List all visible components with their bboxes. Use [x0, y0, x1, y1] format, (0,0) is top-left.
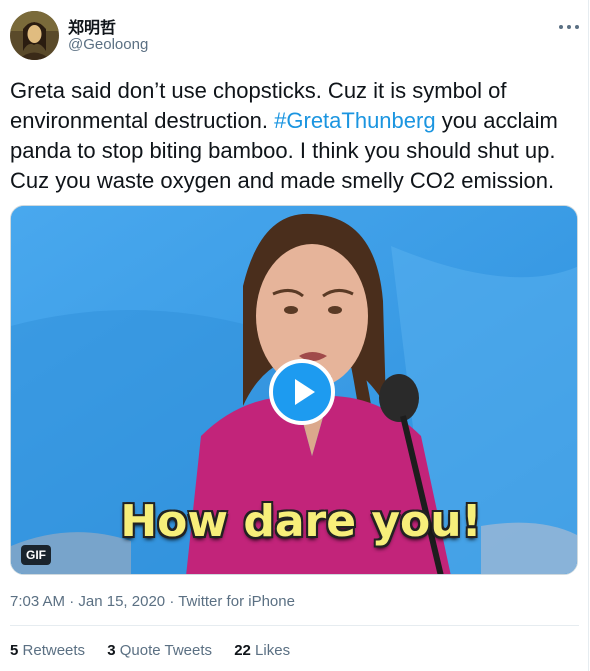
gif-caption: How dare you!	[120, 496, 482, 547]
tweet-date[interactable]: Jan 15, 2020	[78, 593, 165, 610]
tweet-source[interactable]: Twitter for iPhone	[178, 593, 295, 610]
tweet-card: 郑明哲 @Geoloong Greta said don’t use chops…	[0, 0, 589, 671]
quote-tweets-stat[interactable]: 3 Quote Tweets	[107, 642, 212, 659]
retweets-label: Retweets	[22, 642, 86, 659]
likes-label: Likes	[255, 642, 291, 659]
tweet-text: Greta said don’t use chopsticks. Cuz it …	[10, 76, 582, 196]
divider	[10, 625, 579, 626]
quote-tweets-count: 3	[107, 642, 116, 659]
gif-badge: GIF	[21, 545, 51, 565]
tweet-meta: 7:03 AM · Jan 15, 2020 · Twitter for iPh…	[10, 593, 295, 610]
more-options-icon[interactable]	[557, 16, 581, 36]
gif-media[interactable]: How dare you! GIF	[10, 205, 578, 575]
separator-dot: ·	[169, 593, 179, 610]
separator-dot: ·	[69, 593, 79, 610]
quote-tweets-label: Quote Tweets	[119, 642, 213, 659]
retweets-stat[interactable]: 5 Retweets	[10, 642, 85, 659]
hashtag-link[interactable]: #GretaThunberg	[274, 108, 435, 133]
play-icon	[295, 379, 315, 405]
retweets-count: 5	[10, 642, 19, 659]
likes-stat[interactable]: 22 Likes	[234, 642, 290, 659]
tweet-time[interactable]: 7:03 AM	[10, 593, 65, 610]
avatar[interactable]	[10, 11, 59, 60]
author-handle[interactable]: @Geoloong	[68, 36, 148, 53]
play-button[interactable]	[269, 359, 335, 425]
likes-count: 22	[234, 642, 251, 659]
author-display-name[interactable]: 郑明哲	[68, 14, 116, 38]
tweet-stats: 5 Retweets 3 Quote Tweets 22 Likes	[10, 642, 308, 659]
avatar-image	[10, 11, 59, 60]
